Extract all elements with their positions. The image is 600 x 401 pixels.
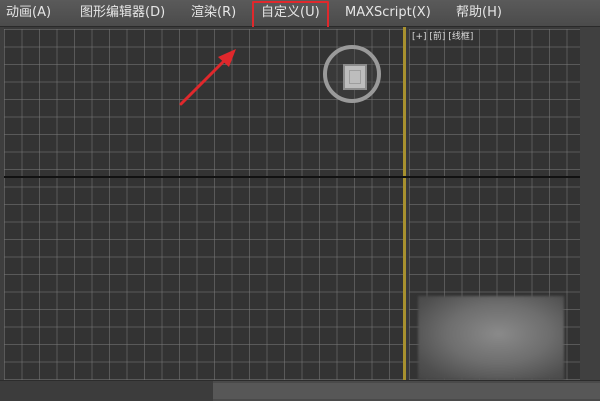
timeline-track[interactable]: [213, 383, 600, 399]
customize-highlight-box: [252, 1, 329, 29]
grid-axis-line: [4, 176, 580, 178]
timeline-left-block: [0, 381, 213, 401]
viewport-label[interactable]: [+] [前] [线框]: [412, 29, 473, 42]
status-bar: [0, 380, 600, 401]
menu-item-animation[interactable]: 动画(A): [6, 3, 51, 23]
menu-item-rendering[interactable]: 渲染(R): [191, 3, 236, 23]
left-edge-strip: [0, 27, 4, 380]
viewcube-box-icon[interactable]: [343, 64, 367, 90]
command-panel-edge: [580, 27, 600, 380]
viewcube-face: [349, 70, 361, 84]
menu-item-graph-editors[interactable]: 图形编辑器(D): [80, 3, 165, 23]
viewcube-ring-icon[interactable]: [323, 45, 381, 103]
blurred-preview-region: [418, 296, 564, 380]
menu-bar: 动画(A) 图形编辑器(D) 渲染(R) 自定义(U) MAXScript(X)…: [0, 0, 600, 29]
menu-item-maxscript[interactable]: MAXScript(X): [345, 3, 431, 23]
menu-item-help[interactable]: 帮助(H): [456, 3, 502, 23]
